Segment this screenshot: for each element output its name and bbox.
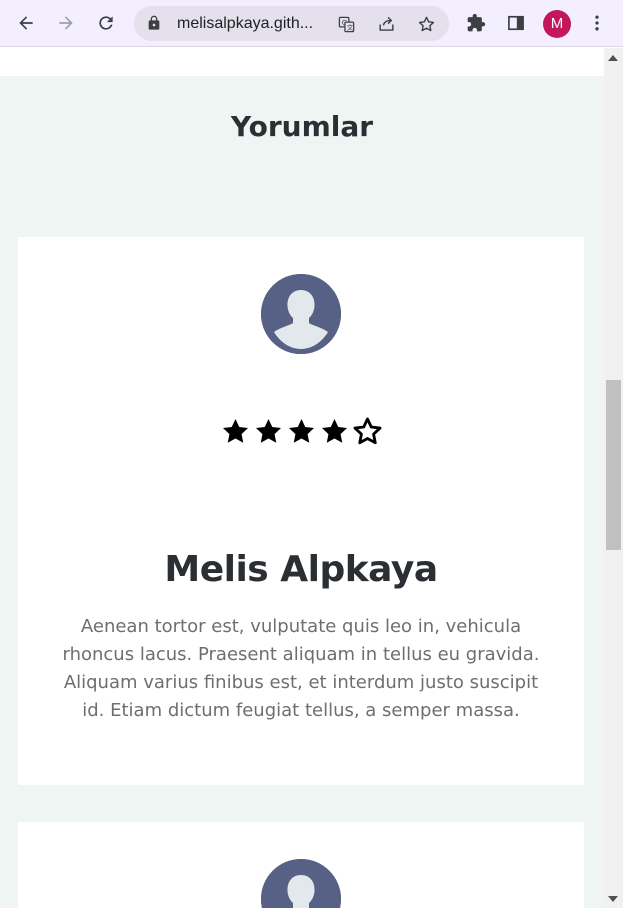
bookmark-star-icon[interactable] xyxy=(415,13,437,35)
scrollbar-thumb[interactable] xyxy=(606,379,621,550)
address-bar[interactable]: melisalpkaya.gith... G文 xyxy=(134,6,449,41)
scroll-up-arrow-icon[interactable] xyxy=(608,55,618,61)
review-card xyxy=(18,822,584,908)
svg-text:文: 文 xyxy=(346,22,353,31)
star-filled-icon xyxy=(319,416,350,446)
section-title: Yorumlar xyxy=(230,110,374,143)
forward-icon[interactable] xyxy=(51,8,81,38)
user-avatar-icon xyxy=(261,859,341,908)
review-card: Melis Alpkaya Aenean tortor est, vulputa… xyxy=(18,237,584,785)
reviews-section: Yorumlar Melis Alpkaya Aenean tortor est… xyxy=(0,76,604,908)
extensions-icon[interactable] xyxy=(461,8,491,38)
profile-avatar[interactable]: M xyxy=(543,10,571,38)
star-filled-icon xyxy=(220,416,251,446)
star-filled-icon xyxy=(253,416,284,446)
user-avatar-icon xyxy=(261,274,341,354)
menu-kebab-icon[interactable] xyxy=(582,8,612,38)
lock-icon[interactable] xyxy=(146,15,162,31)
scroll-down-arrow-icon[interactable] xyxy=(608,896,618,902)
star-filled-icon xyxy=(286,416,317,446)
page-viewport: Yorumlar Melis Alpkaya Aenean tortor est… xyxy=(0,48,604,908)
share-icon[interactable] xyxy=(375,13,397,35)
reviewer-name: Melis Alpkaya xyxy=(164,549,438,590)
browser-toolbar: melisalpkaya.gith... G文 M xyxy=(0,0,623,47)
review-text: Aenean tortor est, vulputate quis leo in… xyxy=(62,616,540,721)
page-scrollbar[interactable] xyxy=(604,48,623,908)
star-rating xyxy=(18,416,584,446)
reload-icon[interactable] xyxy=(91,8,121,38)
back-icon[interactable] xyxy=(11,8,41,38)
star-empty-icon xyxy=(352,416,383,446)
translate-icon[interactable]: G文 xyxy=(335,13,357,35)
side-panel-icon[interactable] xyxy=(501,8,531,38)
